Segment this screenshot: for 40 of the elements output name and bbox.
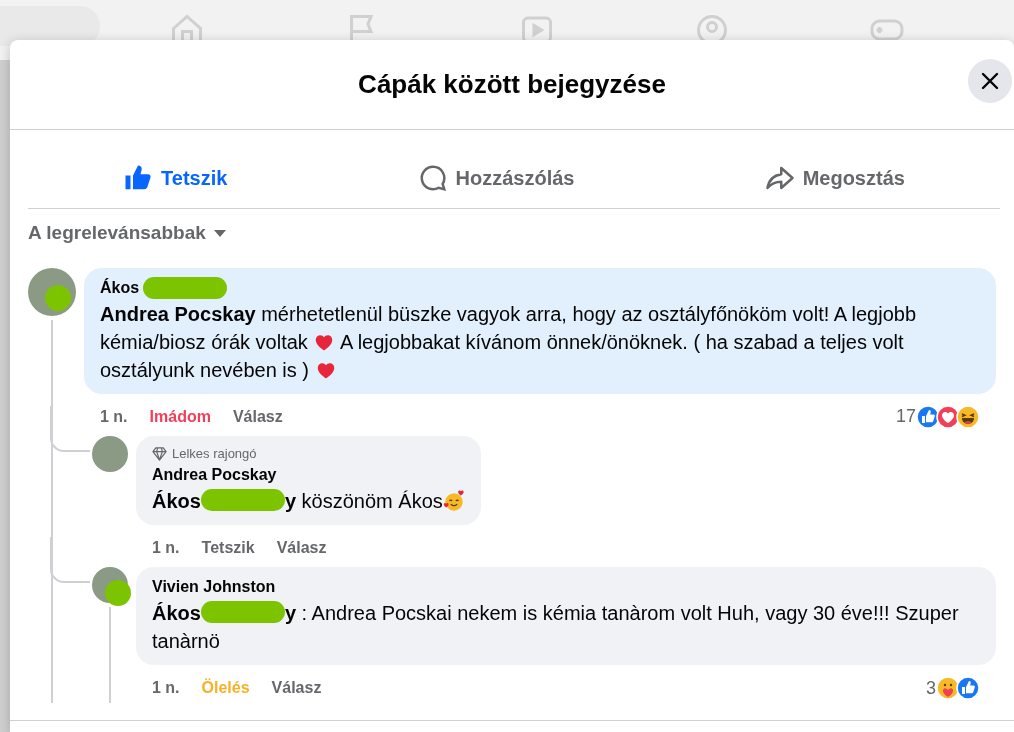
author-name[interactable]: Ákos <box>100 275 140 300</box>
avatar-photo-placeholder[interactable] <box>92 567 128 603</box>
react-link[interactable]: Tetszik <box>201 536 255 560</box>
close-button[interactable] <box>968 59 1012 103</box>
mention-link[interactable]: y <box>284 490 297 512</box>
action-tab[interactable]: Hozzászólás <box>397 157 595 199</box>
comment-text: Ákos y köszönöm Ákos <box>152 487 465 515</box>
comment-time: 1 n. <box>100 406 128 427</box>
author-name[interactable]: Vivien Johnston <box>152 575 276 599</box>
fan-badge-label: Lelkes rajongó <box>172 444 257 463</box>
comment-time: 1 n. <box>152 678 180 698</box>
comment-time: 1 n. <box>152 538 180 558</box>
react-link[interactable]: Imádom <box>149 404 211 429</box>
reply-link[interactable]: Válasz <box>276 536 327 560</box>
comment-text: Andrea Pocskay mérhetetlenül büszke vagyok arra, hogy az osztályfőnököm volt! A legjobb kémia/biosz órák voltak A legjobbakat kívánom önnek/önöknek. ( ha szabad a teljes volt osztályunk nevében is ) <box>100 301 917 383</box>
speech-bubble-icon <box>417 163 448 193</box>
dialog-title: Cápák között bejegyzése <box>358 68 666 101</box>
mention-link[interactable]: Andrea Pocskay <box>100 302 256 325</box>
smiling-face-with-hearts-icon <box>442 490 465 512</box>
mention-link[interactable]: Ákos <box>152 602 201 624</box>
author-name[interactable]: Andrea Pocskay <box>152 463 277 487</box>
comment-text: Ákos y : Andrea Pocskai nekem is kémia tanàrom volt Huh, vagy 30 éve!!! Szuper tanàrnö <box>152 600 960 654</box>
laughing-face-icon[interactable] <box>956 404 980 429</box>
reply-link[interactable]: Válasz <box>232 404 283 429</box>
action-tab[interactable]: Tetszik <box>103 157 248 199</box>
close-icon <box>980 71 1000 91</box>
thumbs-up-reaction-icon[interactable] <box>916 404 940 429</box>
mention-link[interactable]: Ákos <box>152 490 201 512</box>
avatar-photo-placeholder[interactable] <box>92 435 128 472</box>
diamond-icon <box>152 445 167 461</box>
heart-reaction-icon[interactable] <box>936 404 960 429</box>
thumbs-up-reaction-icon[interactable] <box>956 676 980 700</box>
hugging-face-icon[interactable] <box>936 676 960 700</box>
avatar-photo-placeholder[interactable] <box>28 267 76 316</box>
reaction-count: 17 <box>895 405 916 428</box>
reaction-count: 3 <box>926 676 936 700</box>
sort-dropdown[interactable]: A legrelevánsabbak <box>28 219 228 248</box>
reply-link[interactable]: Válasz <box>271 676 322 700</box>
action-tab[interactable]: Megosztás <box>744 157 925 199</box>
mention-link[interactable]: y <box>284 602 297 624</box>
